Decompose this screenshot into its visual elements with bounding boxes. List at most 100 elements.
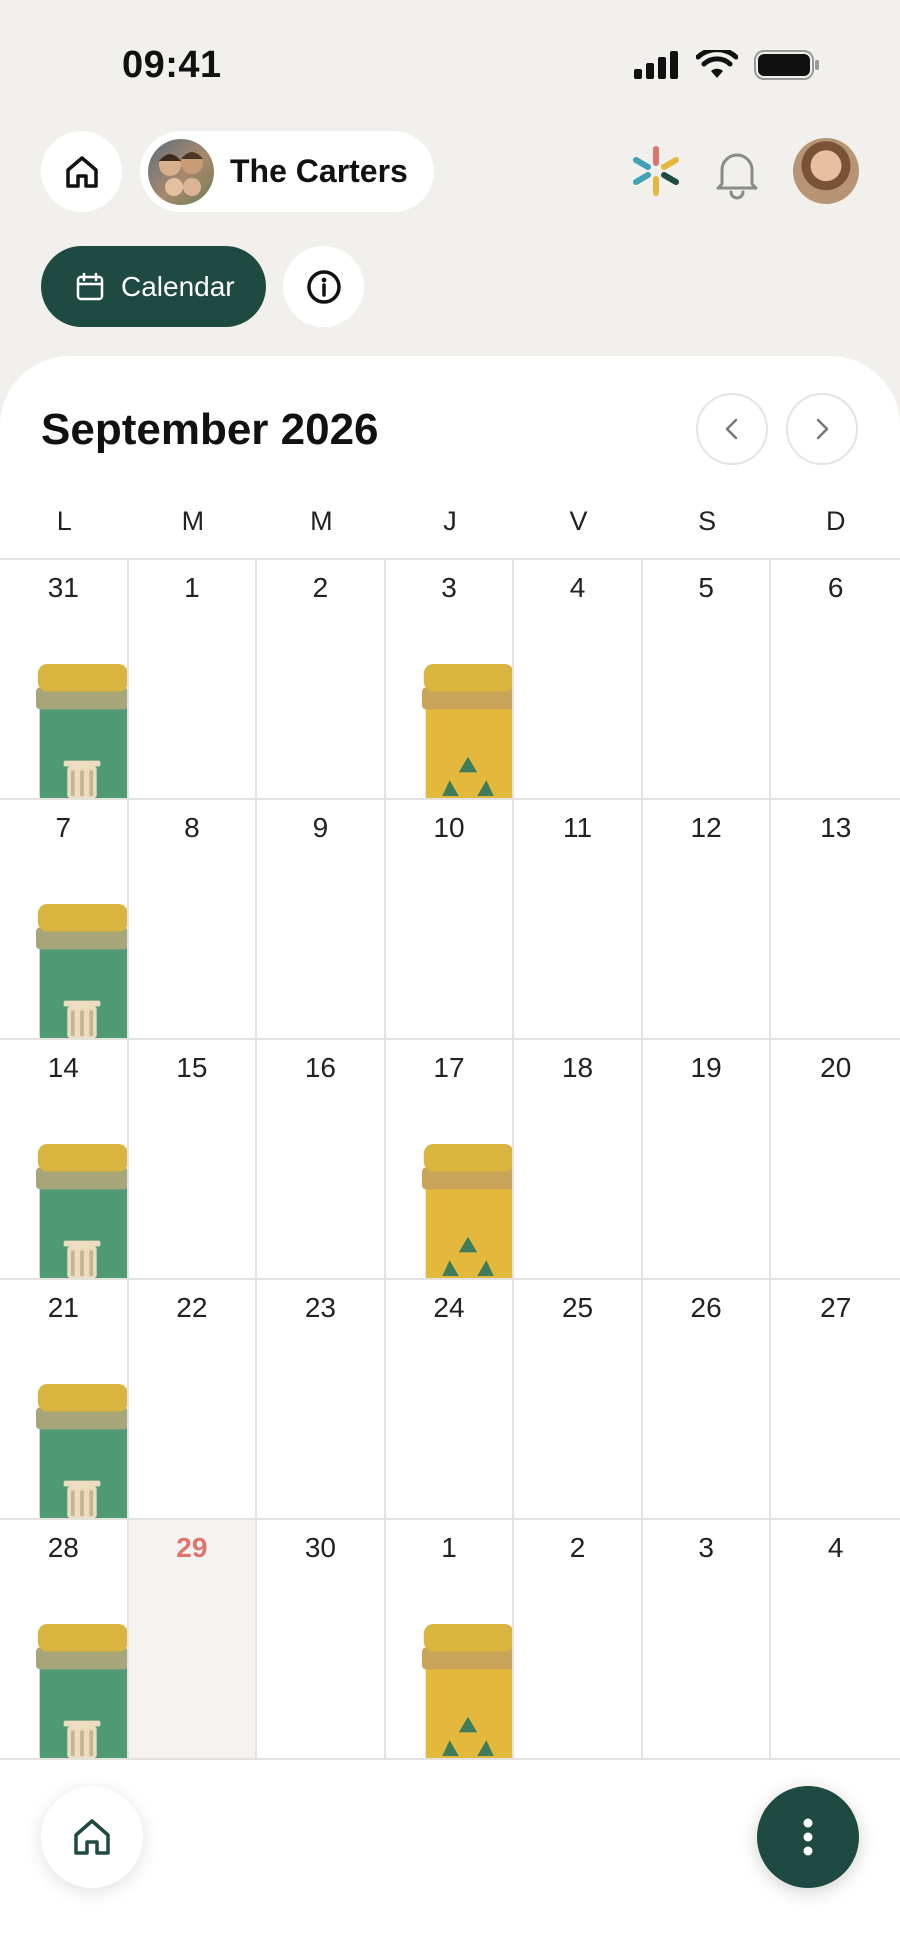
day-cell[interactable]: 15 (128, 1040, 258, 1280)
day-cell[interactable]: 2 (514, 1520, 643, 1760)
day-cell[interactable]: 7 (0, 800, 129, 1040)
chevron-right-icon (816, 418, 829, 440)
day-cell[interactable]: 4 (514, 560, 643, 800)
day-cell[interactable]: 3 (385, 560, 515, 800)
signal-icon (634, 51, 678, 79)
weekday-label: M (310, 506, 333, 536)
status-icons (634, 50, 820, 80)
status-bar: 09:41 (0, 0, 900, 130)
day-cell[interactable]: 8 (128, 800, 258, 1040)
day-number: 14 (47, 1052, 79, 1083)
day-cell[interactable]: 18 (514, 1040, 643, 1280)
day-cell[interactable]: 24 (385, 1280, 515, 1520)
day-number: 3 (698, 1532, 714, 1563)
general-waste-bin-icon (36, 1383, 127, 1518)
day-number: 23 (304, 1292, 336, 1323)
day-cell[interactable]: 16 (257, 1040, 386, 1280)
day-cell[interactable]: 31 (0, 560, 129, 800)
day-number: 21 (47, 1292, 79, 1323)
user-avatar[interactable] (793, 138, 859, 204)
day-cell[interactable]: 4 (771, 1520, 900, 1760)
day-cell[interactable]: 17 (385, 1040, 515, 1280)
weekday-label: S (698, 506, 717, 536)
day-number: 8 (184, 812, 200, 843)
day-cell[interactable]: 1 (385, 1520, 515, 1760)
calendar-icon (76, 272, 104, 300)
recycling-bin-icon (421, 1143, 513, 1278)
day-number: 1 (184, 572, 200, 603)
calendar-card: September 2026 LMMJVSD 31 1 2 3 4 5 6 7 8 9 10 11 12… (0, 356, 900, 1956)
day-number: 10 (433, 812, 465, 843)
weekday-label: L (56, 506, 72, 536)
calendar-button[interactable]: Calendar (41, 246, 266, 327)
previous-month-button[interactable] (696, 393, 768, 465)
family-name: The Carters (230, 153, 408, 189)
info-button[interactable] (283, 246, 364, 327)
day-cell[interactable]: 22 (128, 1280, 258, 1520)
chevron-left-icon (725, 418, 738, 440)
day-number: 20 (820, 1052, 852, 1083)
next-month-button[interactable] (786, 393, 858, 465)
day-number: 31 (47, 572, 79, 603)
day-cell[interactable]: 14 (0, 1040, 129, 1280)
general-waste-bin-icon (36, 1143, 127, 1278)
more-options-button[interactable] (757, 1786, 859, 1888)
day-number: 24 (433, 1292, 465, 1323)
day-number: 9 (312, 812, 329, 843)
day-cell[interactable]: 21 (0, 1280, 129, 1520)
day-number: 2 (312, 572, 329, 603)
wifi-icon (696, 50, 738, 78)
day-cell[interactable]: 9 (257, 800, 386, 1040)
day-cell-today[interactable]: 29 (128, 1520, 258, 1760)
home-icon (65, 155, 98, 188)
home-icon (74, 1819, 110, 1855)
day-cell[interactable]: 2 (257, 560, 386, 800)
day-cell[interactable]: 13 (771, 800, 900, 1040)
day-number: 3 (441, 572, 457, 603)
weekday-header: LMMJVSD (0, 506, 900, 560)
day-number: 30 (304, 1532, 336, 1563)
day-cell[interactable]: 20 (771, 1040, 900, 1280)
day-number: 28 (47, 1532, 79, 1563)
home-button[interactable] (41, 131, 122, 212)
day-number: 18 (561, 1052, 594, 1083)
general-waste-bin-icon (36, 663, 127, 798)
day-number: 27 (820, 1292, 852, 1323)
day-cell[interactable]: 12 (642, 800, 772, 1040)
day-cell[interactable]: 25 (514, 1280, 643, 1520)
day-number: 4 (569, 572, 586, 603)
day-number: 26 (690, 1292, 722, 1323)
month-title: September 2026 (41, 405, 379, 454)
sparkle-icon[interactable] (630, 145, 682, 197)
weekday-label: D (825, 506, 846, 536)
calendar-grid: 31 1 2 3 4 5 6 7 8 9 10 11 12 13 14 15 16 17 18 19 20 21 22 23 2… (0, 560, 900, 1760)
day-number: 5 (698, 572, 714, 603)
bottom-home-button[interactable] (41, 1786, 143, 1888)
day-cell[interactable]: 27 (771, 1280, 900, 1520)
day-cell[interactable]: 11 (514, 800, 643, 1040)
general-waste-bin-icon (36, 903, 127, 1038)
recycling-bin-icon (421, 1623, 513, 1758)
family-selector[interactable]: The Carters (140, 131, 434, 212)
day-cell[interactable]: 30 (257, 1520, 386, 1760)
day-cell[interactable]: 5 (642, 560, 772, 800)
day-cell[interactable]: 3 (642, 1520, 772, 1760)
day-cell[interactable]: 1 (128, 560, 258, 800)
recycling-bin-icon (421, 663, 513, 798)
more-vertical-icon (803, 1818, 813, 1856)
day-cell[interactable]: 6 (771, 560, 900, 800)
day-number: 25 (561, 1292, 594, 1323)
day-number: 22 (176, 1292, 208, 1323)
status-time: 09:41 (122, 44, 222, 86)
day-number: 11 (563, 812, 593, 843)
day-number: 7 (55, 812, 72, 843)
day-cell[interactable]: 10 (385, 800, 515, 1040)
notification-bell-icon[interactable] (710, 144, 764, 200)
day-cell[interactable]: 28 (0, 1520, 129, 1760)
day-cell[interactable]: 23 (257, 1280, 386, 1520)
day-cell[interactable]: 26 (642, 1280, 772, 1520)
day-number: 29 (176, 1532, 208, 1563)
day-number: 2 (569, 1532, 586, 1563)
day-number: 16 (304, 1052, 336, 1083)
day-cell[interactable]: 19 (642, 1040, 772, 1280)
